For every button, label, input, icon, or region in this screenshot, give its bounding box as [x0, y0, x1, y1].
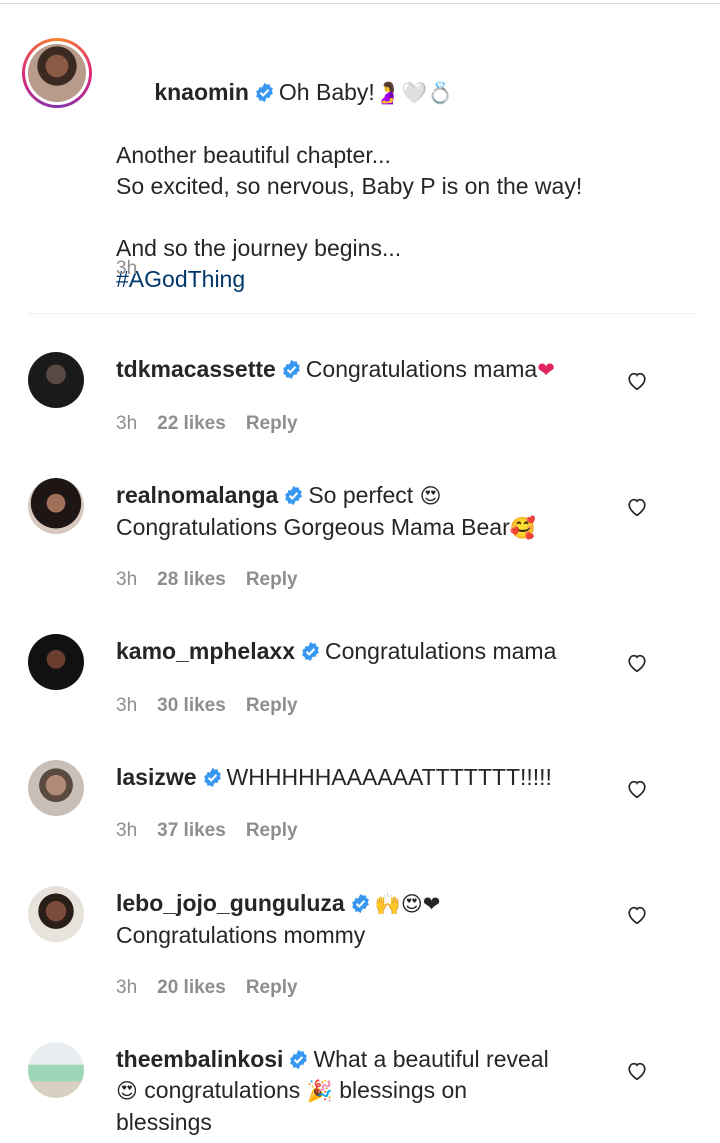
verified-badge-icon: [290, 1049, 308, 1070]
comment-emoji-2: 🎉: [306, 1079, 333, 1103]
commenter-avatar[interactable]: [28, 886, 84, 942]
comment-username[interactable]: lebo_jojo_gunguluza: [116, 890, 345, 916]
comment-text: WHHHHHAAAAAATTTTTTT!!!!!: [226, 764, 552, 790]
caption-divider: [28, 313, 698, 314]
reply-button[interactable]: Reply: [246, 695, 298, 716]
reply-button[interactable]: Reply: [246, 569, 298, 590]
like-heart-icon[interactable]: [626, 904, 648, 926]
caption-line-2: Another beautiful chapter...: [116, 142, 391, 168]
comment-text-line-3: blessings on: [339, 1077, 468, 1103]
comment-likes[interactable]: 30 likes: [157, 695, 226, 716]
comment-text-line-4: blessings: [116, 1109, 212, 1135]
comment-emoji: 😍: [419, 484, 442, 508]
comment-emoji: 😍: [116, 1079, 138, 1103]
reply-button[interactable]: Reply: [246, 977, 298, 998]
verified-badge-icon: [351, 893, 369, 914]
comment-time: 3h: [116, 820, 138, 841]
caption-hashtag[interactable]: #AGodThing: [116, 264, 676, 295]
caption-time: 3h: [116, 258, 138, 279]
like-heart-icon[interactable]: [626, 778, 648, 800]
commenter-avatar[interactable]: [28, 1042, 84, 1098]
caption-line-1: Oh Baby!: [278, 79, 375, 105]
comment-likes[interactable]: 20 likes: [157, 977, 226, 998]
commenter-avatar[interactable]: [28, 478, 84, 534]
comment-time: 3h: [116, 569, 138, 590]
like-heart-icon[interactable]: [626, 496, 648, 518]
verified-badge-icon: [285, 485, 303, 506]
comment-time: 3h: [116, 695, 138, 716]
verified-badge-icon: [256, 82, 273, 103]
comment-text-line-2: Congratulations mommy: [116, 922, 366, 948]
comment-text: Congratulations mama: [305, 356, 538, 382]
comment-likes[interactable]: 28 likes: [157, 569, 226, 590]
caption-line-3: So excited, so nervous, Baby P is on the…: [116, 173, 583, 199]
comment-username[interactable]: theembalinkosi: [116, 1046, 283, 1072]
comment-text: Congratulations mama: [324, 638, 557, 664]
like-heart-icon[interactable]: [626, 652, 648, 674]
comment-text: What a beautiful reveal: [313, 1046, 549, 1072]
caption-emoji: 🤰🤍💍: [374, 81, 454, 105]
top-divider: [0, 3, 720, 4]
caption-line-4: [116, 202, 676, 233]
author-avatar[interactable]: [22, 38, 92, 108]
comment-username[interactable]: realnomalanga: [116, 482, 278, 508]
commenter-avatar[interactable]: [28, 352, 84, 408]
comment-text-line-2: Congratulations Gorgeous Mama Bear: [116, 514, 510, 540]
comment-emoji: 🙌😍❤: [374, 892, 441, 916]
comment-likes[interactable]: 37 likes: [157, 820, 226, 841]
comment-username[interactable]: kamo_mphelaxx: [116, 638, 295, 664]
reply-button[interactable]: Reply: [246, 820, 298, 841]
verified-badge-icon: [283, 359, 300, 380]
comment-time: 3h: [116, 413, 138, 434]
commenter-avatar[interactable]: [28, 634, 84, 690]
verified-badge-icon: [203, 767, 221, 788]
comment-likes[interactable]: 22 likes: [157, 413, 226, 434]
comment-username[interactable]: lasizwe: [116, 764, 197, 790]
comment-emoji-2: 🥰: [509, 516, 536, 540]
comment-text-line-2: congratulations: [144, 1077, 301, 1103]
comment-time: 3h: [116, 977, 138, 998]
caption-username[interactable]: knaomin: [154, 79, 249, 105]
comment-text: So perfect: [308, 482, 414, 508]
caption-line-5: And so the journey begins...: [116, 235, 402, 261]
reply-button[interactable]: Reply: [246, 413, 298, 434]
verified-badge-icon: [302, 641, 319, 662]
comment-emoji: ❤: [537, 358, 555, 382]
like-heart-icon[interactable]: [626, 370, 648, 392]
like-heart-icon[interactable]: [626, 1060, 648, 1082]
comment-username[interactable]: tdkmacassette: [116, 356, 276, 382]
commenter-avatar[interactable]: [28, 760, 84, 816]
